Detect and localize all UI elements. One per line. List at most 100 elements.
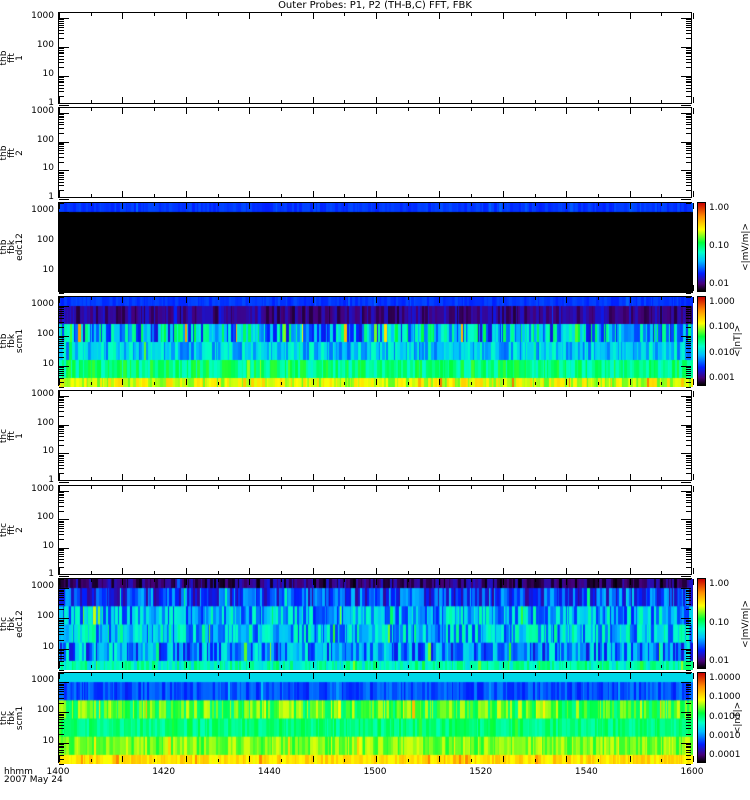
x-tick [154,100,155,103]
x-tick [661,486,662,489]
x-tick [598,391,599,394]
colorbar-tick-label: 0.01 [709,656,730,666]
y-tick [59,556,64,557]
y-tick [59,217,64,218]
x-tick-label: 1600 [680,767,704,777]
x-tick [249,756,250,762]
y-tick [59,445,64,446]
y-tick [686,322,691,323]
y-tick [59,233,64,234]
y-tick [59,623,64,624]
x-tick [154,288,155,291]
x-tick [281,108,282,111]
y-tick [686,590,691,591]
x-tick [661,477,662,480]
y-tick [59,548,69,549]
y-tick [686,500,691,501]
x-tick [154,759,155,762]
x-tick [344,297,345,300]
y-tick [59,306,69,307]
colorbar-tick-label: 0.0001 [709,750,741,760]
y-tick [686,640,691,641]
y-tick-label: 1000 [31,389,54,400]
y-tick [686,698,691,699]
y-tick [686,397,691,398]
y-tick [686,119,691,120]
x-tick [122,756,123,762]
y-tick [681,336,691,337]
y-tick [686,755,691,756]
x-tick [503,108,504,114]
x-tick [122,568,123,574]
x-tick [249,579,250,585]
y-tick [59,689,64,690]
x-tick [535,203,536,206]
x-tick [471,759,472,762]
y-tick [59,228,64,229]
y-tick [59,455,64,456]
x-tick [598,100,599,103]
y-tick [686,215,691,216]
y-tick [59,752,64,753]
x-tick [471,571,472,574]
x-tick [503,486,504,492]
y-tick [686,458,691,459]
x-tick [186,579,187,585]
colorbar-tick-label: 0.10 [709,617,730,628]
x-tick [598,673,599,676]
y-tick [59,242,69,243]
x-tick [249,191,250,197]
x-tick [122,191,123,197]
x-tick [122,391,123,397]
x-tick [344,477,345,480]
y-tick [59,311,64,312]
x-tick [566,97,567,103]
x-tick [91,13,92,16]
y-tick [686,495,691,496]
x-tick [59,285,60,291]
x-tick [408,194,409,197]
x-tick [281,477,282,480]
spectrogram-image [59,297,693,387]
y-tick [686,714,691,715]
y-tick [686,233,691,234]
x-tick [376,203,377,209]
x-tick [91,194,92,197]
y-tick [59,373,64,374]
y-tick [686,717,691,718]
x-tick [693,474,694,480]
x-tick [503,756,504,762]
x-tick [281,486,282,489]
x-tick [566,379,567,385]
x-tick [59,108,60,114]
x-tick [249,13,250,19]
x-tick [503,474,504,480]
x-tick [376,474,377,480]
x-tick [535,579,536,582]
x-tick [693,203,694,209]
spectrogram-panel-thc-fft-1 [58,390,694,483]
y-tick [686,550,691,551]
x-tick [91,288,92,291]
y-tick [59,82,64,83]
x-tick [661,13,662,16]
x-tick [693,673,694,679]
x-tick [471,486,472,489]
x-tick [598,477,599,480]
y-tick [686,275,691,276]
y-tick [686,337,691,338]
y-tick-label: 1 [48,192,54,202]
x-tick [693,579,694,585]
x-tick [439,391,440,397]
x-tick [91,486,92,489]
y-tick [686,221,691,222]
x-tick [408,486,409,489]
y-tick [59,119,64,120]
plot-title: Outer Probes: P1, P2 (TH-B,C) FFT, FBK [278,0,472,11]
y-tick [686,153,691,154]
y-tick-label: 1000 [31,11,54,22]
x-tick [59,13,60,19]
y-tick [59,48,64,49]
x-tick [661,288,662,291]
y-tick [59,429,64,430]
